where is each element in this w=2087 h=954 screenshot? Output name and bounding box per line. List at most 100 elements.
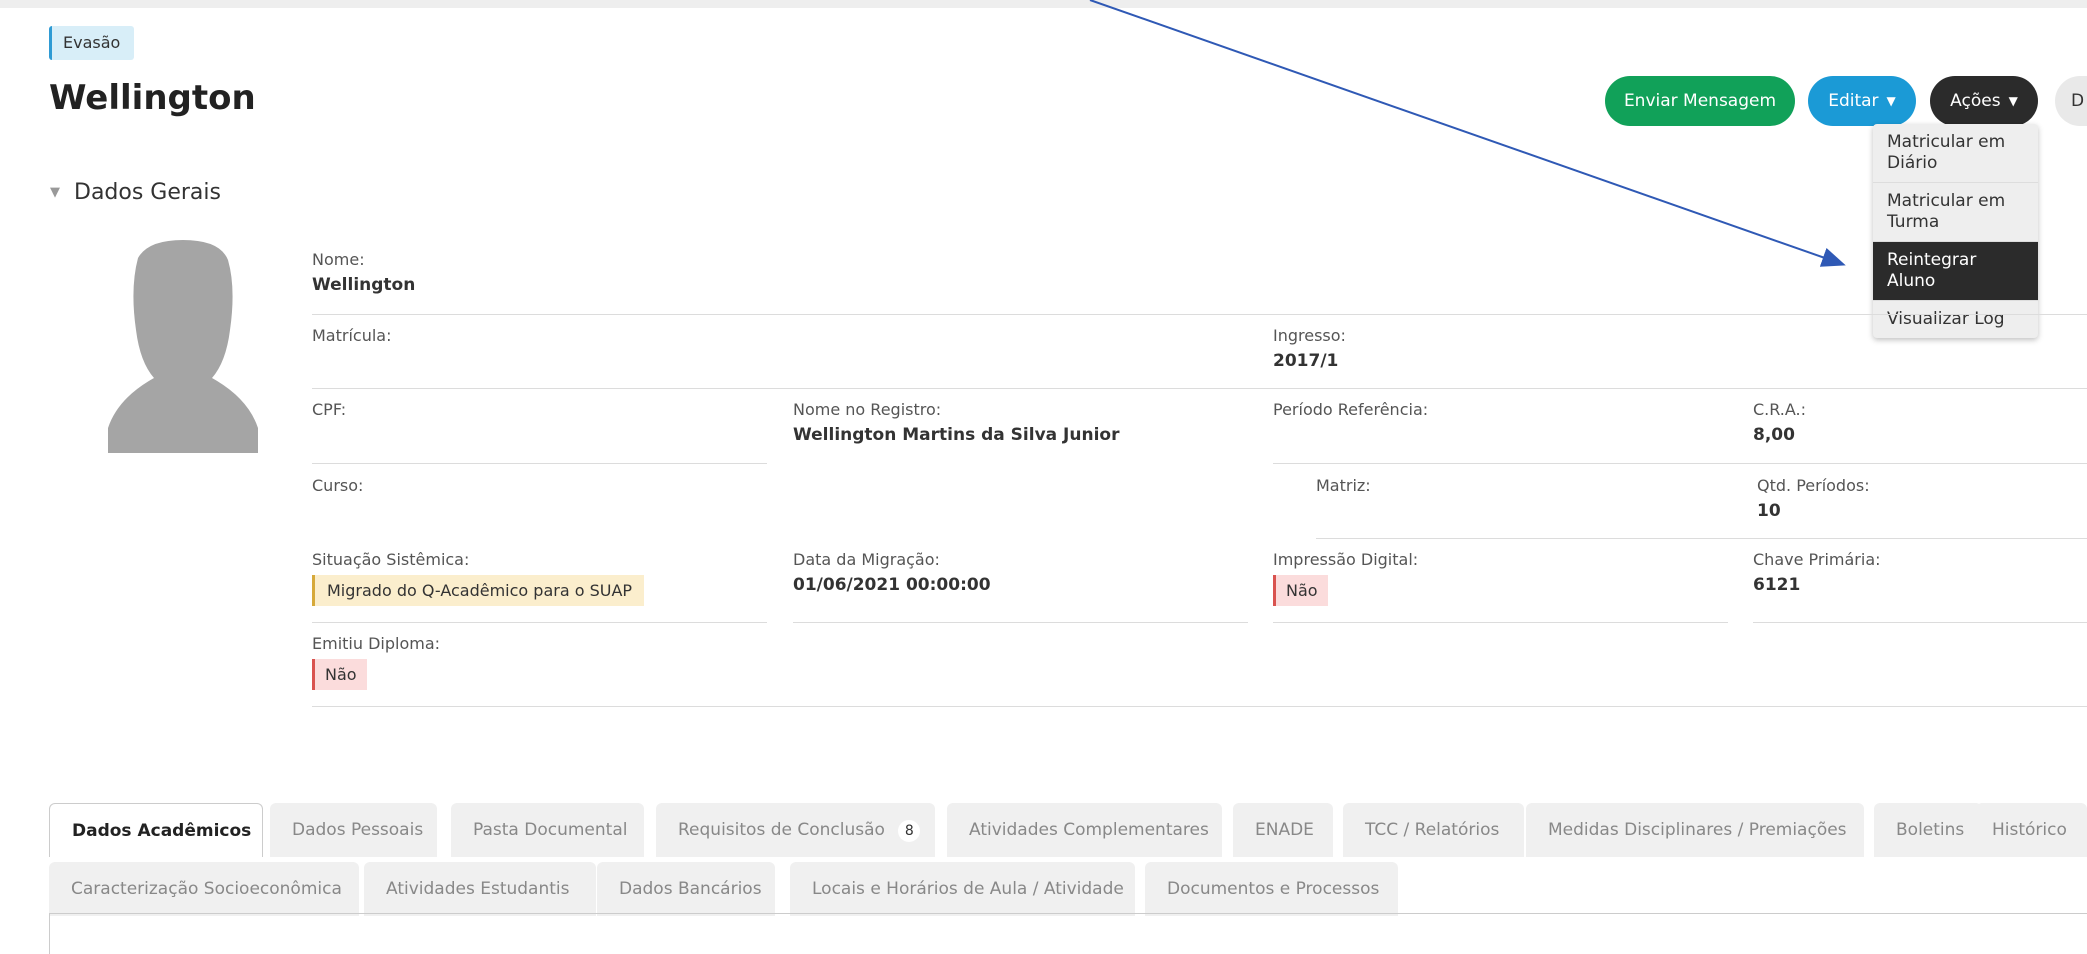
tab-label: Histórico xyxy=(1992,820,2067,840)
section-dados-gerais-toggle[interactable]: ▼ Dados Gerais xyxy=(50,180,221,205)
divider xyxy=(312,706,2087,707)
field-periodo-referencia: Período Referência: xyxy=(1273,400,1428,425)
field-label: Ingresso: xyxy=(1273,326,1346,345)
field-ingresso: Ingresso: 2017/1 xyxy=(1273,326,1346,371)
impressao-tag: Não xyxy=(1273,575,1328,606)
tab-label: Caracterização Socioeconômica xyxy=(71,879,342,899)
arrow-annotation xyxy=(1089,0,1846,267)
tab-medidas-disciplinares[interactable]: Medidas Disciplinares / Premiações xyxy=(1526,803,1864,857)
field-qtd-periodos: Qtd. Períodos: 10 xyxy=(1757,476,1870,521)
tab-locais-horarios[interactable]: Locais e Horários de Aula / Atividade xyxy=(790,862,1135,916)
field-label: Nome: xyxy=(312,250,365,269)
field-label: Emitiu Diploma: xyxy=(312,634,441,653)
divider xyxy=(1316,538,2087,539)
situacao-tag: Migrado do Q-Acadêmico para o SUAP xyxy=(312,575,645,606)
tab-boletins[interactable]: Boletins xyxy=(1874,803,1982,857)
edit-label: Editar xyxy=(1828,91,1879,111)
menu-item-matricular-diario[interactable]: Matricular em Diário xyxy=(1873,124,2038,183)
tab-tcc-relatorios[interactable]: TCC / Relatórios xyxy=(1343,803,1524,857)
tab-documentos-processos[interactable]: Documentos e Processos xyxy=(1145,862,1398,916)
tab-dados-bancarios[interactable]: Dados Bancários xyxy=(597,862,775,916)
divider xyxy=(1753,622,2087,623)
field-emitiu-diploma: Emitiu Diploma: Não xyxy=(312,634,440,690)
page-title: Wellington xyxy=(49,78,256,118)
divider xyxy=(1273,463,2087,464)
actions-button[interactable]: Ações ▼ xyxy=(1930,76,2038,126)
divider xyxy=(312,388,2087,389)
divider xyxy=(312,463,767,464)
field-cra: C.R.A.: 8,00 xyxy=(1753,400,1806,445)
tab-label: Pasta Documental xyxy=(473,820,628,840)
tab-label: Dados Pessoais xyxy=(292,820,424,840)
tab-label: ENADE xyxy=(1255,820,1314,840)
field-label: Data da Migração: xyxy=(793,550,940,569)
field-label: Situação Sistêmica: xyxy=(312,550,470,569)
field-value: 10 xyxy=(1757,501,1781,521)
field-impressao-digital: Impressão Digital: Não xyxy=(1273,550,1418,606)
field-label: Curso: xyxy=(312,476,364,495)
section-title: Dados Gerais xyxy=(74,180,221,205)
send-message-button[interactable]: Enviar Mensagem xyxy=(1605,76,1795,126)
field-value: 01/06/2021 00:00:00 xyxy=(793,575,991,595)
divider xyxy=(312,622,767,623)
field-label: Qtd. Períodos: xyxy=(1757,476,1870,495)
send-message-label: Enviar Mensagem xyxy=(1623,91,1777,111)
chevron-down-icon: ▼ xyxy=(2008,94,2018,108)
chevron-down-icon: ▼ xyxy=(50,185,60,200)
field-value: 8,00 xyxy=(1753,425,1795,445)
field-matriz: Matriz: xyxy=(1316,476,1371,501)
field-value: Wellington xyxy=(312,275,416,295)
field-label: Período Referência: xyxy=(1273,400,1429,419)
chevron-down-icon: ▼ xyxy=(1886,94,1896,108)
field-label: Impressão Digital: xyxy=(1273,550,1419,569)
actions-label: Ações xyxy=(1950,91,2001,111)
edit-button[interactable]: Editar ▼ xyxy=(1808,76,1916,126)
field-chave-primaria: Chave Primária: 6121 xyxy=(1753,550,1881,595)
tab-enade[interactable]: ENADE xyxy=(1233,803,1333,857)
tab-label: Documentos e Processos xyxy=(1167,879,1380,899)
field-data-migracao: Data da Migração: 01/06/2021 00:00:00 xyxy=(793,550,991,595)
tab-caracterizacao-socioeconomica[interactable]: Caracterização Socioeconômica xyxy=(49,862,359,916)
field-value: 6121 xyxy=(1753,575,1801,595)
field-nome-registro: Nome no Registro: Wellington Martins da … xyxy=(793,400,1119,445)
avatar xyxy=(108,240,258,453)
tab-atividades-complementares[interactable]: Atividades Complementares xyxy=(947,803,1222,857)
tab-pasta-documental[interactable]: Pasta Documental xyxy=(451,803,644,857)
tab-label: Atividades Estudantis xyxy=(386,879,570,899)
diploma-tag: Não xyxy=(312,659,367,690)
divider xyxy=(1273,622,1728,623)
divider xyxy=(312,314,2087,315)
menu-item-visualizar-log[interactable]: Visualizar Log xyxy=(1873,301,2038,338)
tab-label: Atividades Complementares xyxy=(969,820,1209,840)
field-label: Matrícula: xyxy=(312,326,392,345)
menu-item-matricular-turma[interactable]: Matricular em Turma xyxy=(1873,183,2038,242)
field-cpf: CPF: xyxy=(312,400,346,425)
tab-label: Medidas Disciplinares / Premiações xyxy=(1548,820,1847,840)
field-matricula: Matrícula: xyxy=(312,326,391,351)
status-badge: Evasão xyxy=(49,26,135,60)
field-situacao-sistemica: Situação Sistêmica: Migrado do Q-Acadêmi… xyxy=(312,550,645,606)
field-value: 2017/1 xyxy=(1273,351,1339,371)
field-label: Matriz: xyxy=(1316,476,1371,495)
more-button[interactable]: D xyxy=(2055,76,2087,126)
tab-label: Dados Acadêmicos xyxy=(72,821,252,841)
field-label: CPF: xyxy=(312,400,347,419)
field-label: Chave Primária: xyxy=(1753,550,1881,569)
field-label: C.R.A.: xyxy=(1753,400,1807,419)
tab-dados-pessoais[interactable]: Dados Pessoais xyxy=(270,803,437,857)
tab-historico[interactable]: Histórico xyxy=(1976,803,2087,857)
tab-label: TCC / Relatórios xyxy=(1365,820,1500,840)
tab-label: Requisitos de Conclusão xyxy=(678,820,885,840)
field-nome: Nome: Wellington xyxy=(312,250,2087,295)
more-label: D xyxy=(2071,91,2085,111)
top-strip xyxy=(0,0,2087,8)
requisitos-count-badge: 8 xyxy=(898,820,921,842)
divider xyxy=(793,622,1248,623)
field-value: Wellington Martins da Silva Junior xyxy=(793,425,1120,445)
tab-dados-academicos[interactable]: Dados Acadêmicos xyxy=(49,803,263,857)
tab-requisitos-conclusao[interactable]: Requisitos de Conclusão 8 xyxy=(656,803,935,857)
field-curso: Curso: xyxy=(312,476,363,501)
tab-label: Locais e Horários de Aula / Atividade xyxy=(812,879,1124,899)
tab-atividades-estudantis[interactable]: Atividades Estudantis xyxy=(364,862,596,916)
actions-dropdown-menu: Matricular em Diário Matricular em Turma… xyxy=(1873,124,2038,338)
